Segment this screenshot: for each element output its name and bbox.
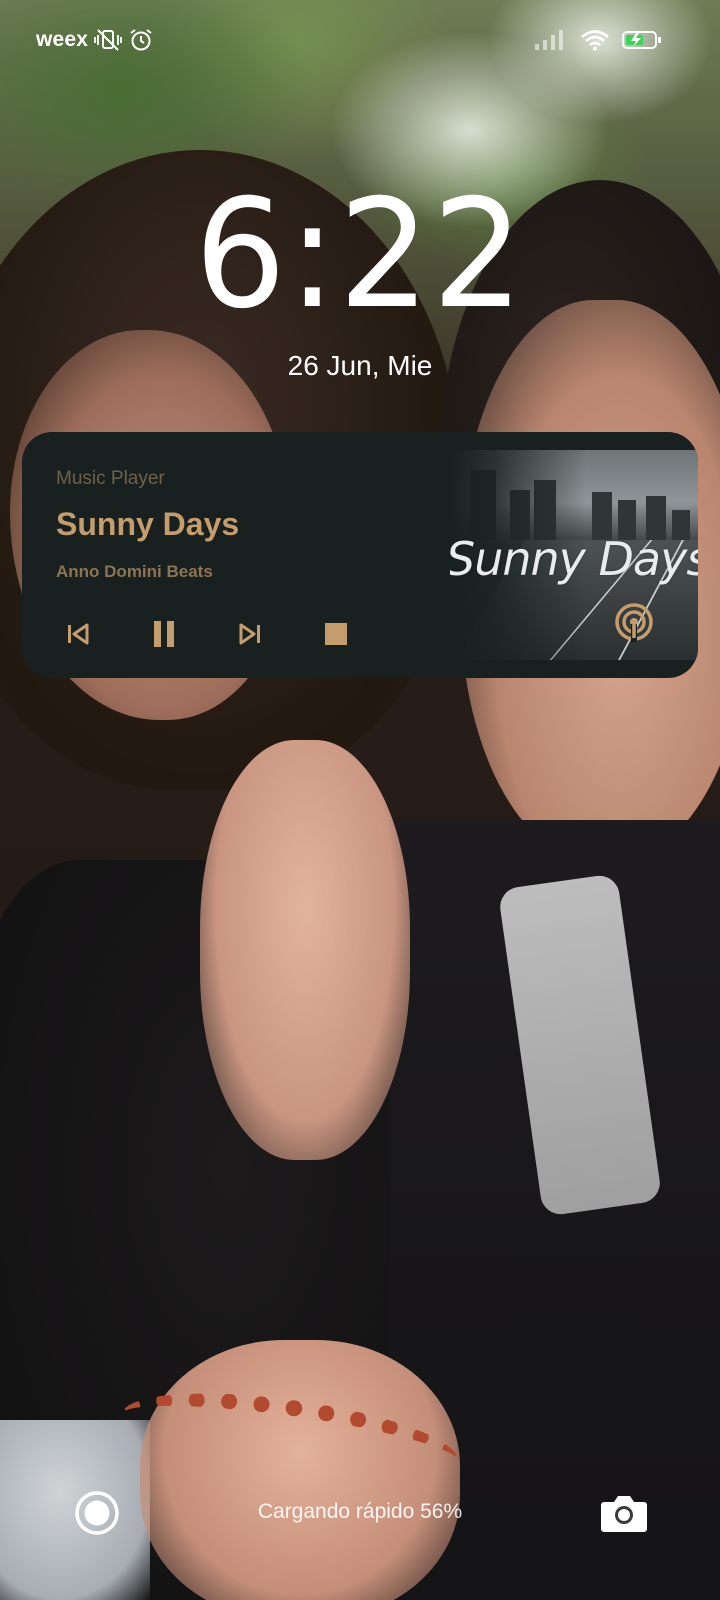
next-icon [237,622,263,651]
album-art: Sunny Days [450,450,698,660]
song-title: Sunny Days [56,506,240,542]
vibrate-off-icon [94,28,123,52]
assistant-icon [72,1491,122,1542]
lockscreen-bottom-bar: Cargando rápido 56% [0,1488,720,1548]
camera-icon [600,1496,648,1538]
battery-charging-icon [622,29,662,51]
carrier-name: weex [36,28,89,51]
cast-button[interactable] [610,598,658,646]
signal-icon [534,29,568,51]
wifi-icon [580,29,610,51]
media-player-card[interactable]: Sunny Days Music Player Sunny Days Anno … [22,432,698,678]
lockscreen-date: 26 Jun, Mie [287,350,433,381]
camera-shortcut[interactable] [600,1492,648,1534]
previous-button[interactable] [56,614,100,658]
stop-icon [324,622,348,651]
next-button[interactable] [228,614,272,658]
previous-icon [65,622,91,651]
status-bar: weex [36,22,662,58]
wallpaper-arm [200,740,410,1160]
album-art-title: Sunny Days [450,532,698,586]
pause-icon [151,620,177,653]
cast-icon [610,603,658,650]
stop-button[interactable] [314,614,358,658]
pause-button[interactable] [142,614,186,658]
alarm-icon [128,27,154,53]
lockscreen-clock: 6:22 [194,168,526,342]
song-artist: Anno Domini Beats [56,562,213,581]
media-app-name: Music Player [56,468,165,489]
